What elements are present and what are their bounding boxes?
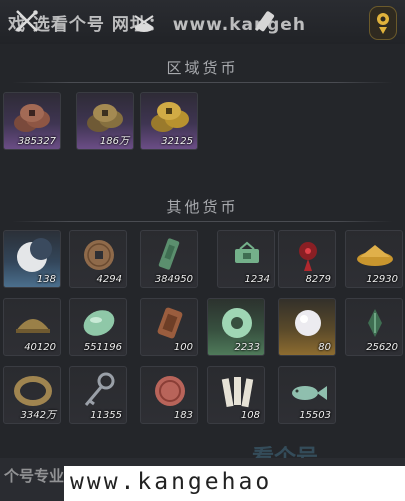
footer-watermark: 个号专业网易游戏 www.kangehao: [0, 458, 405, 501]
item-quantity: 183: [173, 410, 193, 421]
currency-tile-square-hole-coin[interactable]: 4294: [69, 230, 127, 288]
helmet-icon[interactable]: [131, 8, 157, 34]
currency-tile-green-leaf-charm[interactable]: 25620: [345, 298, 403, 356]
item-quantity: 384950: [154, 274, 193, 285]
jade-ring-disc-icon: [222, 308, 252, 338]
divider: [12, 82, 393, 83]
currency-tile-bronze-plaque[interactable]: 100: [140, 298, 198, 356]
currency-tile-copper-coin-pile[interactable]: 385327: [3, 92, 61, 150]
item-quantity: 4294: [96, 274, 122, 285]
footer-url-box: www.kangehao: [64, 466, 405, 501]
bronze-bracelet-icon: [14, 376, 52, 406]
red-flower-charm-icon: [299, 242, 317, 271]
bronze-dome-icon: [16, 319, 50, 333]
currency-tile-bronze-coin-pile[interactable]: 186万: [76, 92, 134, 150]
item-quantity: 108: [240, 410, 260, 421]
item-quantity: 186万: [99, 136, 129, 147]
crossed-swords-icon[interactable]: [14, 8, 40, 34]
currency-tile-jade-pendant[interactable]: 1234: [217, 230, 275, 288]
bamboo-slips-icon: [221, 377, 254, 408]
item-quantity: 1234: [244, 274, 270, 285]
item-quantity: 25620: [366, 342, 398, 353]
item-quantity: 32125: [161, 136, 193, 147]
bronze-coins-icon: [87, 104, 123, 132]
item-quantity: 40120: [24, 342, 56, 353]
currency-tile-jade-fish[interactable]: 15503: [278, 366, 336, 424]
white-pearl-icon: [295, 310, 321, 336]
section-title-other: 其他货币: [166, 198, 239, 216]
currency-tile-bamboo-slips[interactable]: 108: [207, 366, 265, 424]
green-leaf-charm-icon: [368, 309, 382, 337]
currency-tile-red-round-seal[interactable]: 183: [140, 366, 198, 424]
item-quantity: 15503: [299, 410, 331, 421]
item-quantity: 80: [318, 342, 331, 353]
jade-fish-icon: [292, 386, 327, 400]
currency-tile-jade-token[interactable]: 384950: [140, 230, 198, 288]
currency-tile-jade-ring-disc[interactable]: 2233: [207, 298, 265, 356]
item-quantity: 11355: [90, 410, 122, 421]
currency-tile-green-jade-stone[interactable]: 551196: [69, 298, 127, 356]
bronze-plaque-icon: [157, 307, 183, 339]
crescent-jade-icon: [17, 238, 52, 272]
item-quantity: 138: [36, 274, 56, 285]
red-round-seal-icon: [155, 376, 185, 406]
currency-tile-gold-coin-pile[interactable]: 32125: [140, 92, 198, 150]
item-quantity: 2233: [234, 342, 260, 353]
item-quantity: 100: [173, 342, 193, 353]
item-quantity: 12930: [366, 274, 398, 285]
jade-pendant-icon: [235, 241, 259, 263]
currency-tile-bronze-dome[interactable]: 40120: [3, 298, 61, 356]
footer-url-text: www.kangehao: [70, 469, 273, 495]
section-title-regional: 区域货币: [166, 59, 239, 77]
currency-tile-key-coin[interactable]: 11355: [69, 366, 127, 424]
scroll-sword-icon[interactable]: [252, 8, 278, 34]
currency-tile-bronze-bracelet[interactable]: 3342万: [3, 366, 61, 424]
item-quantity: 551196: [83, 342, 122, 353]
key-coin-icon: [84, 372, 115, 406]
jade-token-icon: [158, 238, 180, 270]
currency-tile-white-pearl[interactable]: 80: [278, 298, 336, 356]
green-jade-stone-icon: [83, 310, 115, 336]
square-hole-coin-icon: [84, 240, 114, 270]
gold-coins-icon: [151, 102, 189, 132]
item-quantity: 8279: [305, 274, 331, 285]
currency-tile-red-flower-charm[interactable]: 8279: [278, 230, 336, 288]
item-quantity: 3342万: [20, 410, 56, 421]
divider: [12, 221, 393, 222]
gold-grain-icon: [357, 245, 393, 266]
currency-tile-crescent-jade[interactable]: 138: [3, 230, 61, 288]
copper-coins-icon: [14, 104, 50, 132]
gold-coin-icon[interactable]: [369, 6, 397, 40]
item-quantity: 385327: [17, 136, 56, 147]
top-toolbar: 戏 选看个号 网址： www.kangeh: [0, 0, 405, 44]
currency-tile-gold-grain[interactable]: 12930: [345, 230, 403, 288]
